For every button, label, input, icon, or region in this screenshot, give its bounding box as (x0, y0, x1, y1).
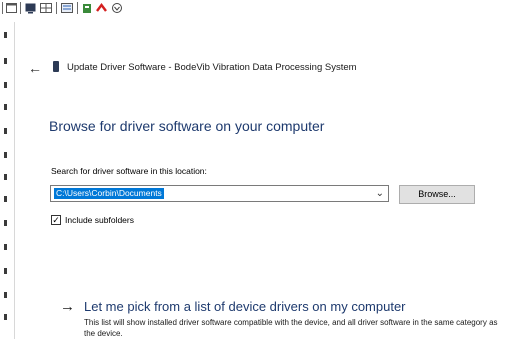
background-toolbar (0, 0, 523, 18)
include-subfolders-label[interactable]: Include subfolders (65, 215, 134, 225)
search-location-value[interactable]: C:\Users\Corbin\Documents (54, 188, 164, 199)
toolbar-separator (56, 2, 57, 14)
browse-button[interactable]: Browse... (399, 185, 475, 204)
scan-icon[interactable] (111, 2, 123, 14)
include-subfolders-checkbox[interactable]: ✓ (51, 215, 61, 225)
back-arrow-icon[interactable]: ← (27, 60, 43, 76)
pick-from-list-title[interactable]: Let me pick from a list of device driver… (84, 299, 406, 314)
toolbar-separator (20, 2, 21, 14)
dialog-title: Update Driver Software - BodeVib Vibrati… (67, 62, 357, 73)
search-location-label: Search for driver software in this locat… (51, 166, 207, 176)
grid-icon[interactable] (40, 2, 52, 14)
pick-from-list-option[interactable]: → Let me pick from a list of device driv… (60, 290, 510, 350)
page-heading: Browse for driver software on your compu… (49, 118, 325, 134)
uninstall-icon[interactable] (96, 2, 107, 14)
monitor-icon[interactable] (25, 2, 36, 14)
toolbar-separator (2, 2, 3, 14)
list-icon[interactable] (61, 2, 73, 14)
properties-icon[interactable] (82, 2, 93, 14)
toolbar-separator (77, 2, 78, 14)
pick-from-list-description: This list will show installed driver sof… (84, 318, 498, 338)
device-icon (53, 61, 59, 72)
search-location-combobox[interactable]: C:\Users\Corbin\Documents ⌄ (50, 185, 389, 202)
arrow-right-icon: → (60, 298, 75, 315)
window-icon[interactable] (6, 2, 17, 14)
update-driver-dialog: ← Update Driver Software - BodeVib Vibra… (14, 22, 523, 350)
chevron-down-icon[interactable]: ⌄ (376, 187, 384, 201)
background-window-edge (0, 24, 14, 339)
